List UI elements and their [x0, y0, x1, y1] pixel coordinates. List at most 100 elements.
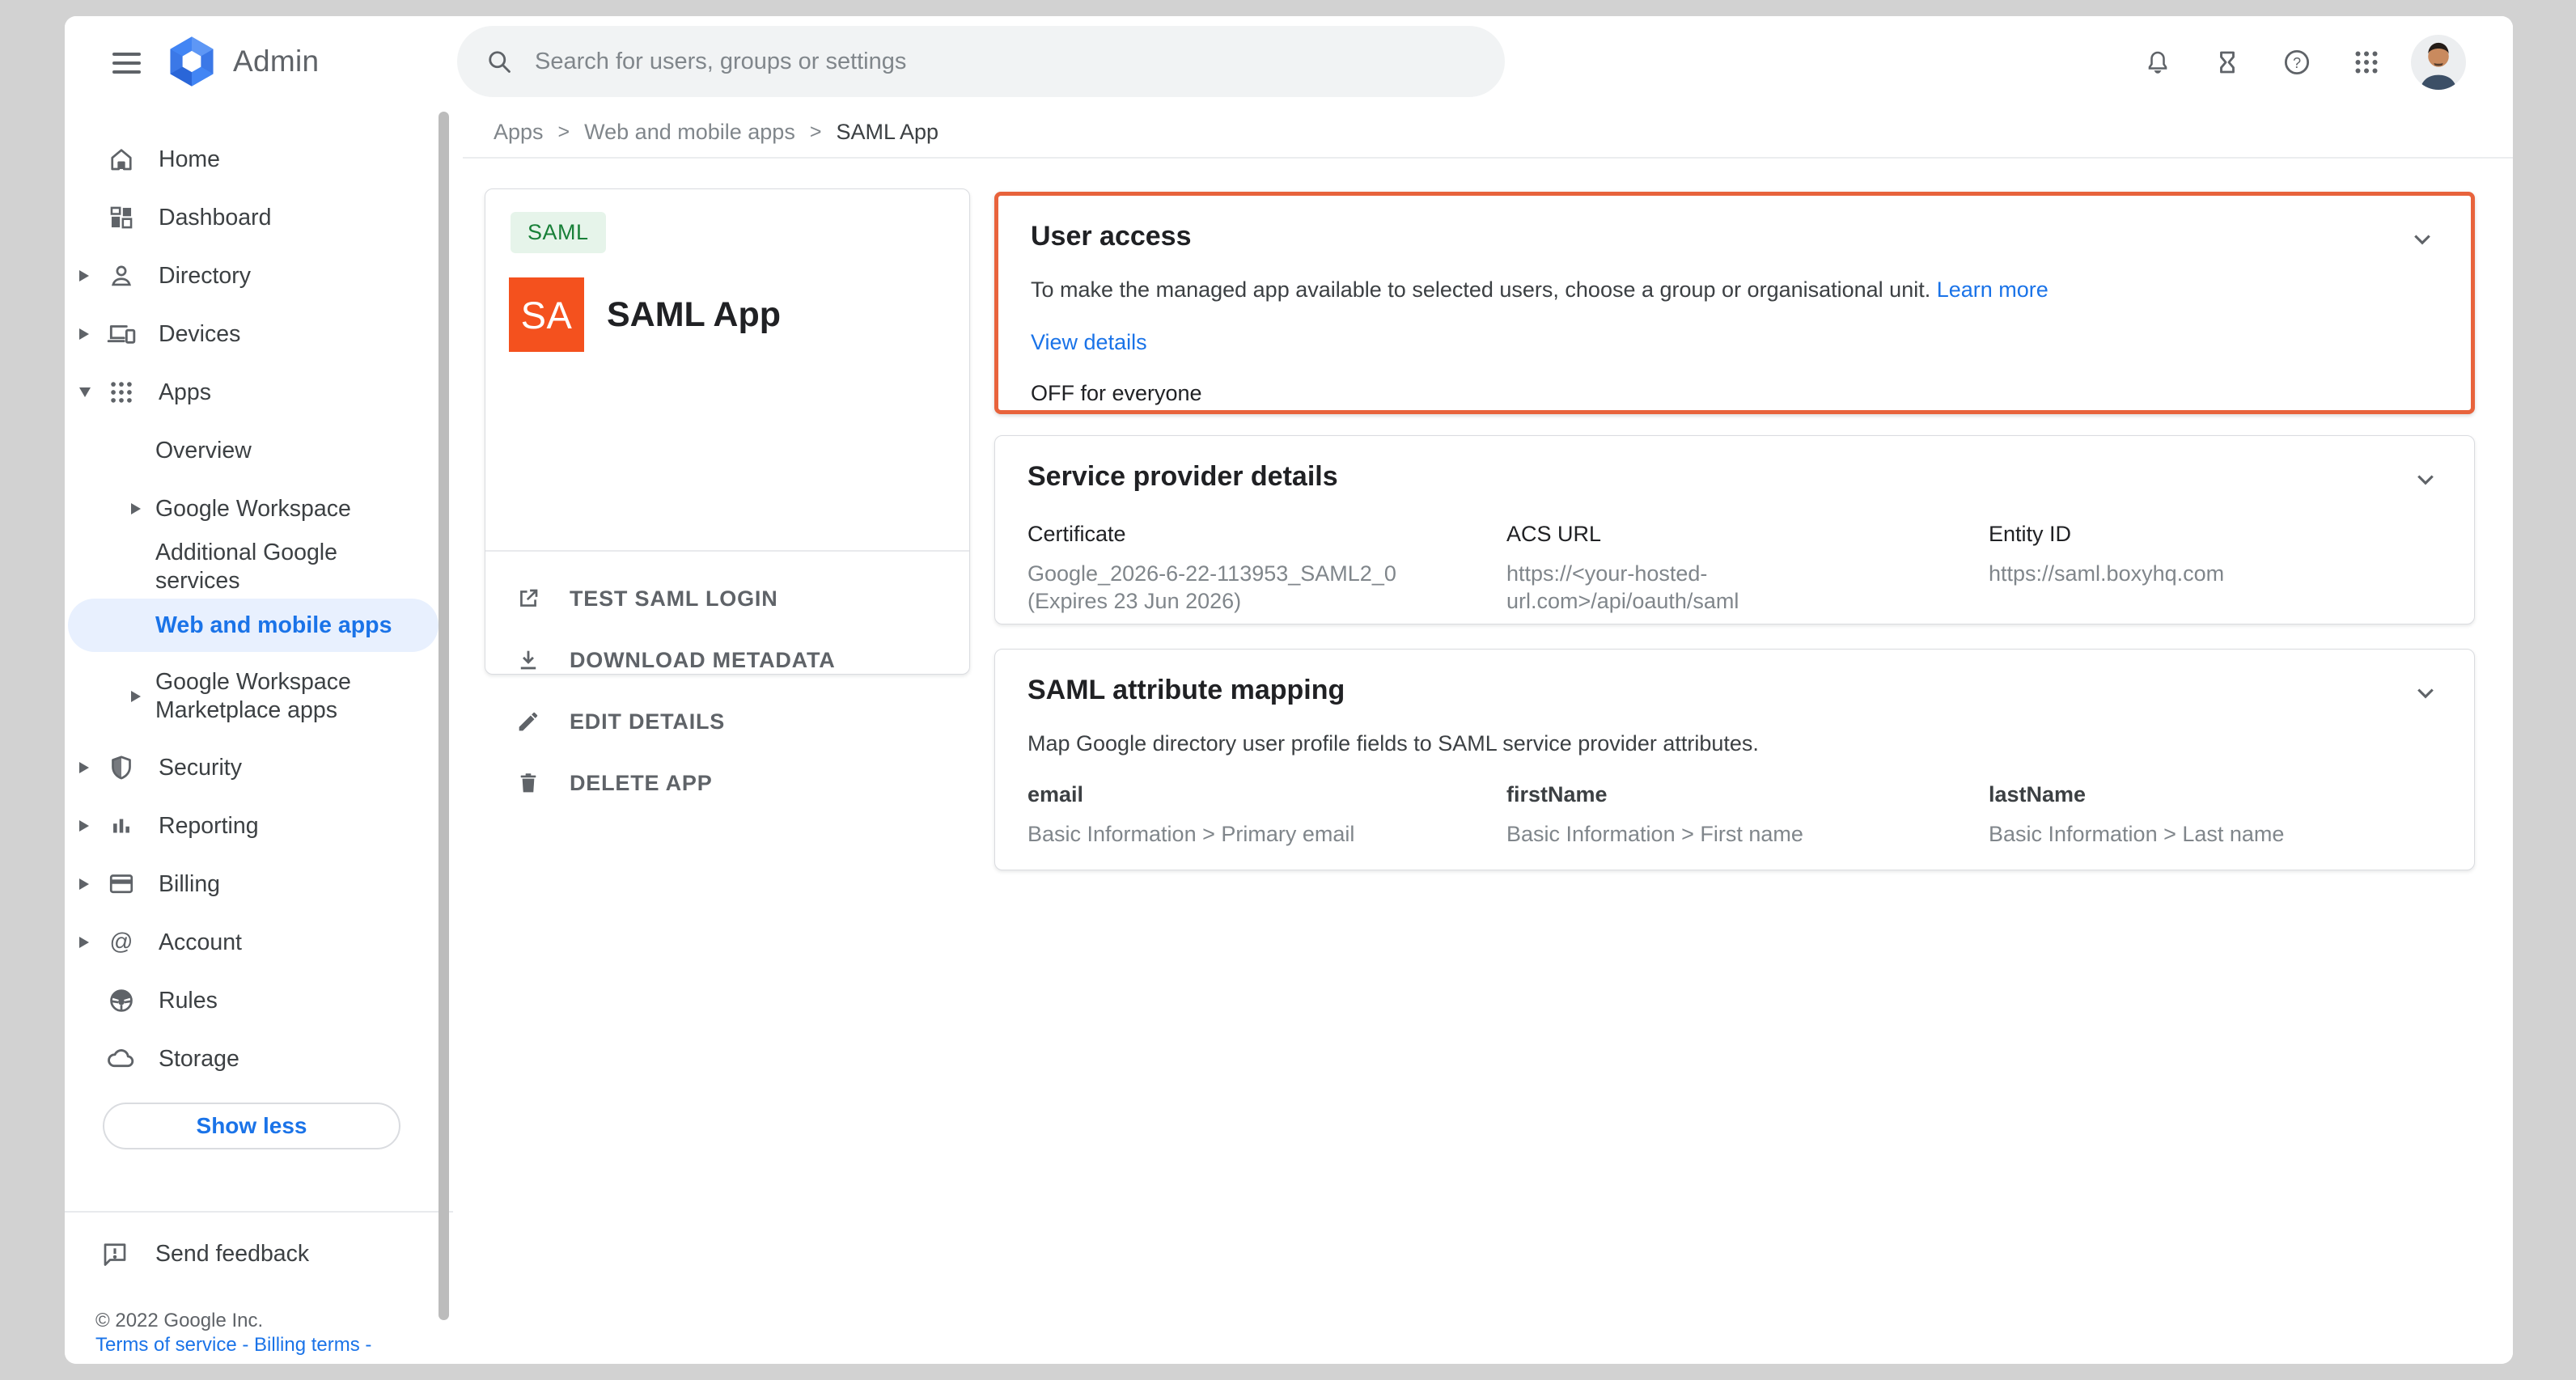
sidebar-item-billing[interactable]: Billing	[65, 855, 453, 913]
svg-text:@: @	[110, 929, 133, 955]
sidebar-item-google-workspace-marketplace-apps[interactable]: Google Workspace Marketplace apps	[65, 654, 453, 739]
edit-details-button[interactable]: EDIT DETAILS	[485, 691, 969, 752]
app-title: SAML App	[607, 295, 781, 335]
sidebar-item-rules[interactable]: Rules	[65, 972, 453, 1030]
svg-text:?: ?	[2293, 55, 2301, 71]
sidebar-item-label: Dashboard	[159, 204, 271, 232]
field-value: Basic Information > Primary email	[1027, 820, 1506, 848]
sidebar-item-label: Overview	[155, 437, 252, 465]
collapse-user-access-button[interactable]	[2403, 220, 2442, 259]
breadcrumb-web-and-mobile-apps[interactable]: Web and mobile apps	[584, 120, 795, 145]
sidebar-item-overview[interactable]: Overview	[65, 421, 453, 480]
header-icons: ?	[2131, 33, 2468, 91]
expand-right-icon	[79, 878, 89, 890]
pencil-icon	[512, 705, 544, 738]
attribute-mapping-description: Map Google directory user profile fields…	[1027, 729, 2442, 758]
expand-right-icon	[131, 503, 141, 514]
breadcrumb-separator: >	[810, 121, 822, 144]
terms-of-service-link[interactable]: Terms of service	[95, 1334, 237, 1356]
app-summary-card: SAML SA SAML App TEST SAML LOGIN DOWNLO	[485, 188, 970, 675]
devices-icon	[104, 316, 139, 352]
shield-icon	[104, 750, 139, 785]
expand-right-icon	[79, 328, 89, 340]
feedback-icon	[97, 1236, 133, 1272]
send-feedback-label: Send feedback	[155, 1240, 309, 1268]
billing-terms-link[interactable]: Billing terms	[254, 1334, 360, 1356]
sidebar-item-home[interactable]: Home	[65, 130, 453, 188]
field-value: https://saml.boxyhq.com	[1989, 560, 2442, 587]
sidebar-item-web-and-mobile-apps[interactable]: Web and mobile apps	[65, 596, 453, 654]
sidebar-item-label: Directory	[159, 262, 251, 290]
chevron-down-icon	[2410, 464, 2441, 495]
download-icon	[512, 644, 544, 676]
breadcrumb-apps[interactable]: Apps	[494, 120, 544, 145]
dashboard-icon	[104, 200, 139, 235]
field-label: lastName	[1989, 782, 2442, 807]
send-feedback-button[interactable]: Send feedback	[65, 1225, 453, 1283]
email-mapping-field: email Basic Information > Primary email	[1027, 782, 1506, 848]
google-admin-logo: Admin	[163, 33, 319, 90]
breadcrumb-separator: >	[558, 121, 570, 144]
expand-service-provider-button[interactable]	[2406, 460, 2445, 499]
sidebar-item-additional-google-services[interactable]: Additional Google services	[65, 538, 453, 596]
card-divider	[485, 550, 969, 552]
main-menu-icon[interactable]	[97, 34, 155, 92]
apps-grid-icon[interactable]	[2340, 33, 2393, 91]
sidebar-item-label: Account	[159, 929, 242, 957]
app-avatar-tile: SA	[509, 277, 584, 352]
user-access-title: User access	[1031, 218, 2438, 254]
search-icon	[485, 47, 514, 76]
service-provider-title: Service provider details	[1027, 459, 2442, 494]
sidebar-item-label: Storage	[159, 1045, 239, 1073]
field-label: Entity ID	[1989, 522, 2442, 547]
sidebar-item-google-workspace[interactable]: Google Workspace	[65, 480, 453, 538]
expand-down-icon	[79, 387, 91, 397]
sidebar-item-label: Home	[159, 146, 220, 174]
sidebar-item-reporting[interactable]: Reporting	[65, 797, 453, 855]
test-saml-login-button[interactable]: TEST SAML LOGIN	[485, 568, 969, 629]
user-access-description: To make the managed app available to sel…	[1031, 277, 1930, 302]
sidebar-item-label: Security	[159, 754, 242, 782]
main-content: SAML SA SAML App TEST SAML LOGIN DOWNLO	[453, 159, 2513, 1364]
sidebar-item-label: Rules	[159, 987, 218, 1015]
search-bar	[457, 26, 1505, 97]
trash-icon	[512, 767, 544, 799]
chevron-down-icon	[2407, 224, 2438, 255]
user-access-status: OFF for everyone	[1031, 381, 2438, 406]
sidebar-item-label: Google Workspace Marketplace apps	[155, 668, 422, 725]
sidebar-item-label: Additional Google services	[155, 539, 422, 595]
learn-more-link[interactable]: Learn more	[1937, 277, 2049, 302]
sidebar-item-devices[interactable]: Devices	[65, 305, 453, 363]
expand-attribute-mapping-button[interactable]	[2406, 674, 2445, 713]
sidebar-item-label: Google Workspace	[155, 495, 351, 523]
breadcrumb-current: SAML App	[836, 120, 938, 145]
sidebar-item-directory[interactable]: Directory	[65, 247, 453, 305]
lastname-mapping-field: lastName Basic Information > Last name	[1989, 782, 2442, 848]
field-label: email	[1027, 782, 1506, 807]
attribute-mapping-title: SAML attribute mapping	[1027, 672, 2442, 708]
open-in-new-icon	[512, 582, 544, 615]
credit-card-icon	[104, 866, 139, 902]
notifications-bell-icon[interactable]	[2131, 33, 2184, 91]
saml-attribute-mapping-card: SAML attribute mapping Map Google direct…	[994, 649, 2475, 870]
delete-app-button[interactable]: DELETE APP	[485, 752, 969, 814]
hourglass-icon[interactable]	[2201, 33, 2254, 91]
home-icon	[104, 142, 139, 177]
view-details-link[interactable]: View details	[1031, 330, 1147, 354]
account-avatar[interactable]	[2409, 33, 2468, 91]
show-less-button[interactable]: Show less	[103, 1103, 400, 1149]
field-value: Basic Information > First name	[1506, 820, 1989, 848]
sidebar-item-label: Apps	[159, 379, 211, 407]
search-input[interactable]	[535, 49, 1425, 75]
sidebar-item-dashboard[interactable]: Dashboard	[65, 188, 453, 247]
download-metadata-button[interactable]: DOWNLOAD METADATA	[485, 629, 969, 691]
saml-type-badge: SAML	[511, 212, 606, 253]
sidebar-scrollbar[interactable]	[439, 112, 449, 1320]
help-icon[interactable]: ?	[2270, 33, 2324, 91]
sidebar-item-storage[interactable]: Storage	[65, 1030, 453, 1088]
sidebar-nav: Home Dashboard Directory Devices	[65, 121, 453, 1364]
bar-chart-icon	[104, 808, 139, 844]
sidebar-item-security[interactable]: Security	[65, 739, 453, 797]
sidebar-item-account[interactable]: @ Account	[65, 913, 453, 972]
sidebar-item-apps[interactable]: Apps	[65, 363, 453, 421]
